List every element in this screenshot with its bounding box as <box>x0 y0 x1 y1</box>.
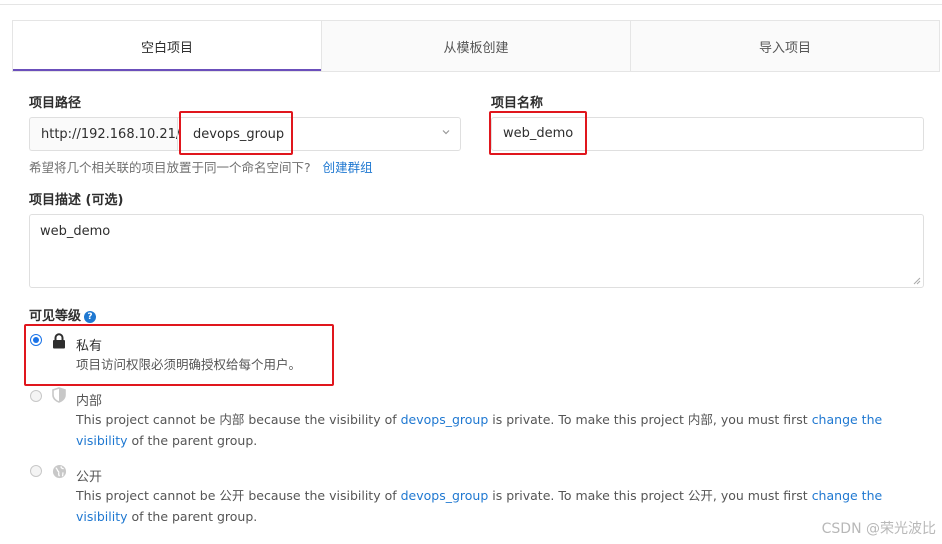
project-description-textarea[interactable]: web_demo <box>29 214 924 288</box>
public-option-title: 公开 <box>76 470 103 485</box>
internal-group-link[interactable]: devops_group <box>401 412 489 427</box>
public-change-visibility-link-cont[interactable]: visibility <box>76 509 128 524</box>
public-option-description: This project cannot be 公开 because the vi… <box>76 485 896 527</box>
project-creation-tabs: 空白项目 从模板创建 导入项目 <box>12 20 940 72</box>
csdn-watermark: CSDN @荣光波比 <box>821 521 936 537</box>
project-description-value: web_demo <box>40 224 111 239</box>
project-name-label: 项目名称 <box>491 96 544 111</box>
namespace-select-value: devops_group <box>193 126 285 142</box>
project-path-label: 项目路径 <box>29 96 82 111</box>
public-desc-post: of the parent group. <box>127 509 258 524</box>
top-divider <box>0 0 942 5</box>
shield-icon <box>52 387 66 403</box>
create-group-hint-text: 希望将几个相关联的项目放置于同一个命名空间下? <box>29 160 311 175</box>
internal-option-title: 内部 <box>76 394 103 409</box>
private-option-description: 项目访问权限必须明确授权给每个用户。 <box>76 357 302 372</box>
project-description-label: 项目描述 (可选) <box>29 193 124 208</box>
visibility-level-label: 可见等级? <box>29 305 97 324</box>
question-icon[interactable]: ? <box>84 311 97 323</box>
internal-option-description: This project cannot be 内部 because the vi… <box>76 409 896 451</box>
visibility-level-label-text: 可见等级 <box>29 309 82 324</box>
globe-icon <box>52 464 67 479</box>
internal-change-visibility-link[interactable]: change the <box>812 412 883 427</box>
tab-from-template[interactable]: 从模板创建 <box>321 21 630 71</box>
radio-public[interactable] <box>30 465 42 477</box>
internal-desc-pre: This project cannot be 内部 because the vi… <box>76 412 401 427</box>
public-group-link[interactable]: devops_group <box>401 488 489 503</box>
public-desc-mid: is private. To make this project 公开, you… <box>488 488 812 503</box>
radio-internal[interactable] <box>30 390 42 402</box>
internal-desc-post: of the parent group. <box>127 433 258 448</box>
create-group-hint: 希望将几个相关联的项目放置于同一个命名空间下? 创建群组 <box>29 157 373 176</box>
chevron-down-icon <box>442 130 450 135</box>
tab-import-project[interactable]: 导入项目 <box>630 21 939 71</box>
resize-grip-icon[interactable] <box>913 277 921 285</box>
namespace-select[interactable]: devops_group <box>177 117 461 151</box>
project-name-input[interactable]: web_demo <box>491 117 924 151</box>
internal-change-visibility-link-cont[interactable]: visibility <box>76 433 128 448</box>
radio-private[interactable] <box>30 334 42 346</box>
private-option-title: 私有 <box>76 339 103 354</box>
project-url-prefix: http://192.168.10.21/ <box>29 117 180 151</box>
tab-blank-project[interactable]: 空白项目 <box>13 21 321 71</box>
lock-icon <box>53 333 65 349</box>
internal-desc-mid: is private. To make this project 内部, you… <box>488 412 812 427</box>
public-desc-pre: This project cannot be 公开 because the vi… <box>76 488 401 503</box>
public-change-visibility-link[interactable]: change the <box>812 488 883 503</box>
create-group-link[interactable]: 创建群组 <box>323 160 373 175</box>
